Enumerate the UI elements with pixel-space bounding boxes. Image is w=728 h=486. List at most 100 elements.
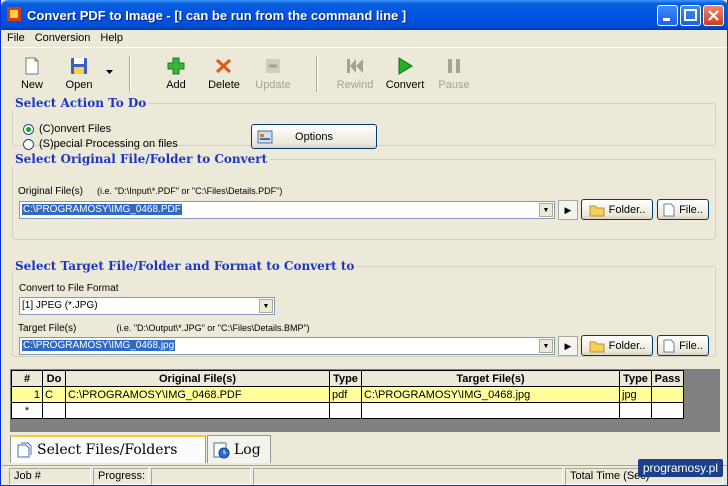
target-group: Select Target File/Folder and Format to … bbox=[12, 259, 716, 357]
watermark: programosy.pl bbox=[637, 459, 723, 477]
app-window: Convert PDF to Image - [I can be run fro… bbox=[0, 0, 728, 486]
toolbar: New Open Add Delete Update Rewind Conver… bbox=[2, 50, 727, 96]
minimize-icon bbox=[663, 18, 670, 21]
action-group: Select Action To Do (C)onvert Files (S)p… bbox=[12, 96, 716, 150]
menu-conversion[interactable]: Conversion bbox=[30, 30, 96, 46]
convert-files-radio[interactable]: (C)onvert Files bbox=[23, 123, 111, 135]
close-button[interactable] bbox=[703, 5, 724, 26]
chevron-down-icon[interactable]: ▼ bbox=[259, 299, 273, 313]
rewind-icon bbox=[347, 59, 363, 73]
status-message bbox=[253, 468, 563, 485]
window-title: Convert PDF to Image - [I can be run fro… bbox=[27, 8, 407, 23]
status-job: Job # bbox=[9, 468, 91, 485]
table-cell[interactable] bbox=[619, 402, 652, 419]
table-cell[interactable]: 1 bbox=[11, 386, 43, 403]
table-cell[interactable]: pdf bbox=[329, 386, 362, 403]
status-progress-value bbox=[151, 468, 251, 485]
folder-icon bbox=[589, 341, 605, 352]
clock-icon bbox=[213, 442, 230, 458]
column-header[interactable]: Original File(s) bbox=[65, 370, 330, 387]
table-cell[interactable] bbox=[65, 402, 330, 419]
toolbar-separator bbox=[316, 56, 318, 92]
folder-icon bbox=[589, 205, 605, 216]
table-cell[interactable]: C:\PROGRAMOSY\IMG_0468.PDF bbox=[65, 386, 330, 403]
table-cell[interactable]: jpg bbox=[619, 386, 652, 403]
status-progress-label: Progress: bbox=[93, 468, 149, 485]
plus-icon bbox=[167, 57, 185, 75]
original-legend: Select Original File/Folder to Convert bbox=[15, 152, 268, 166]
options-button[interactable]: Options bbox=[251, 124, 377, 149]
column-header[interactable]: # bbox=[11, 370, 43, 387]
new-document-icon bbox=[25, 57, 39, 75]
maximize-button[interactable] bbox=[680, 5, 701, 26]
original-file-button[interactable]: File.. bbox=[657, 199, 709, 220]
target-run-button[interactable]: ▶ bbox=[558, 336, 578, 356]
play-icon bbox=[398, 57, 413, 75]
app-icon bbox=[7, 7, 21, 21]
menu-help[interactable]: Help bbox=[95, 30, 128, 46]
options-icon bbox=[257, 130, 273, 143]
update-icon bbox=[266, 59, 280, 73]
table-cell[interactable] bbox=[651, 386, 684, 403]
chevron-down-icon[interactable]: ▼ bbox=[539, 339, 553, 353]
column-header[interactable]: Type bbox=[329, 370, 362, 387]
toolbar-separator bbox=[129, 56, 131, 92]
target-label: Target File(s) (i.e. "D:\Output\*.JPG" or… bbox=[18, 323, 310, 334]
files-grid[interactable]: # Do Original File(s) Type Target File(s… bbox=[10, 369, 720, 432]
column-header[interactable]: Target File(s) bbox=[361, 370, 620, 387]
format-select[interactable]: [1] JPEG (*.JPG) ▼ bbox=[19, 297, 275, 315]
target-file-button[interactable]: File.. bbox=[657, 335, 709, 356]
rewind-button[interactable]: Rewind bbox=[336, 56, 374, 91]
action-legend: Select Action To Do bbox=[15, 96, 147, 110]
maximize-icon bbox=[684, 9, 697, 21]
original-folder-button[interactable]: Folder.. bbox=[581, 199, 653, 220]
table-header: # Do Original File(s) Type Target File(s… bbox=[11, 370, 684, 387]
target-file-input[interactable]: C:\PROGRAMOSY\IMG_0468.jpg ▼ bbox=[19, 337, 555, 355]
table-cell[interactable] bbox=[651, 402, 684, 419]
update-button[interactable]: Update bbox=[254, 56, 292, 91]
files-icon bbox=[17, 442, 32, 458]
file-icon bbox=[663, 203, 675, 216]
column-header[interactable]: Do bbox=[42, 370, 66, 387]
table-cell[interactable] bbox=[42, 402, 66, 419]
column-header[interactable]: Type bbox=[619, 370, 652, 387]
pause-button[interactable]: Pause bbox=[438, 56, 470, 91]
file-icon bbox=[663, 339, 675, 352]
menu-bar: File Conversion Help bbox=[2, 30, 727, 48]
table-row[interactable]: * bbox=[11, 402, 684, 419]
add-button[interactable]: Add bbox=[162, 56, 190, 91]
original-label: Original File(s) (i.e. "D:\Input\*.PDF" o… bbox=[18, 186, 283, 197]
target-hint: (i.e. "D:\Output\*.JPG" or "C:\Files\Det… bbox=[116, 323, 310, 333]
table-cell[interactable]: * bbox=[11, 402, 43, 419]
dropdown-arrow-icon[interactable] bbox=[106, 70, 114, 76]
table-row[interactable]: 1 C C:\PROGRAMOSY\IMG_0468.PDF pdf C:\PR… bbox=[11, 386, 684, 403]
target-legend: Select Target File/Folder and Format to … bbox=[15, 259, 355, 273]
menu-file[interactable]: File bbox=[2, 30, 30, 46]
tab-select-files[interactable]: Select Files/Folders bbox=[10, 435, 206, 463]
delete-button[interactable]: Delete bbox=[206, 56, 242, 91]
files-table: # Do Original File(s) Type Target File(s… bbox=[11, 370, 684, 419]
original-hint: (i.e. "D:\Input\*.PDF" or "C:\Files\Deta… bbox=[97, 186, 283, 196]
table-cell[interactable] bbox=[361, 402, 620, 419]
title-bar[interactable]: Convert PDF to Image - [I can be run fro… bbox=[1, 0, 728, 30]
table-cell[interactable]: C bbox=[42, 386, 66, 403]
table-cell[interactable]: C:\PROGRAMOSY\IMG_0468.jpg bbox=[361, 386, 620, 403]
pause-icon bbox=[448, 59, 460, 73]
special-processing-radio[interactable]: (S)pecial Processing on files bbox=[23, 138, 178, 150]
new-button[interactable]: New bbox=[18, 56, 46, 91]
delete-x-icon bbox=[215, 58, 232, 74]
play-small-icon: ▶ bbox=[564, 205, 572, 215]
convert-button[interactable]: Convert bbox=[384, 56, 426, 91]
target-folder-button[interactable]: Folder.. bbox=[581, 335, 653, 356]
format-label: Convert to File Format bbox=[19, 283, 119, 294]
open-button[interactable]: Open bbox=[64, 56, 94, 91]
chevron-down-icon[interactable]: ▼ bbox=[539, 203, 553, 217]
close-icon bbox=[708, 10, 719, 21]
minimize-button[interactable] bbox=[657, 5, 678, 26]
original-run-button[interactable]: ▶ bbox=[558, 200, 578, 220]
original-file-input[interactable]: C:\PROGRAMOSY\IMG_0468.PDF ▼ bbox=[19, 201, 555, 219]
status-bar: Job # Progress: Total Time (Sec) bbox=[2, 465, 727, 485]
column-header[interactable]: Pass bbox=[651, 370, 684, 387]
table-cell[interactable] bbox=[329, 402, 362, 419]
tab-log[interactable]: Log bbox=[207, 435, 271, 463]
